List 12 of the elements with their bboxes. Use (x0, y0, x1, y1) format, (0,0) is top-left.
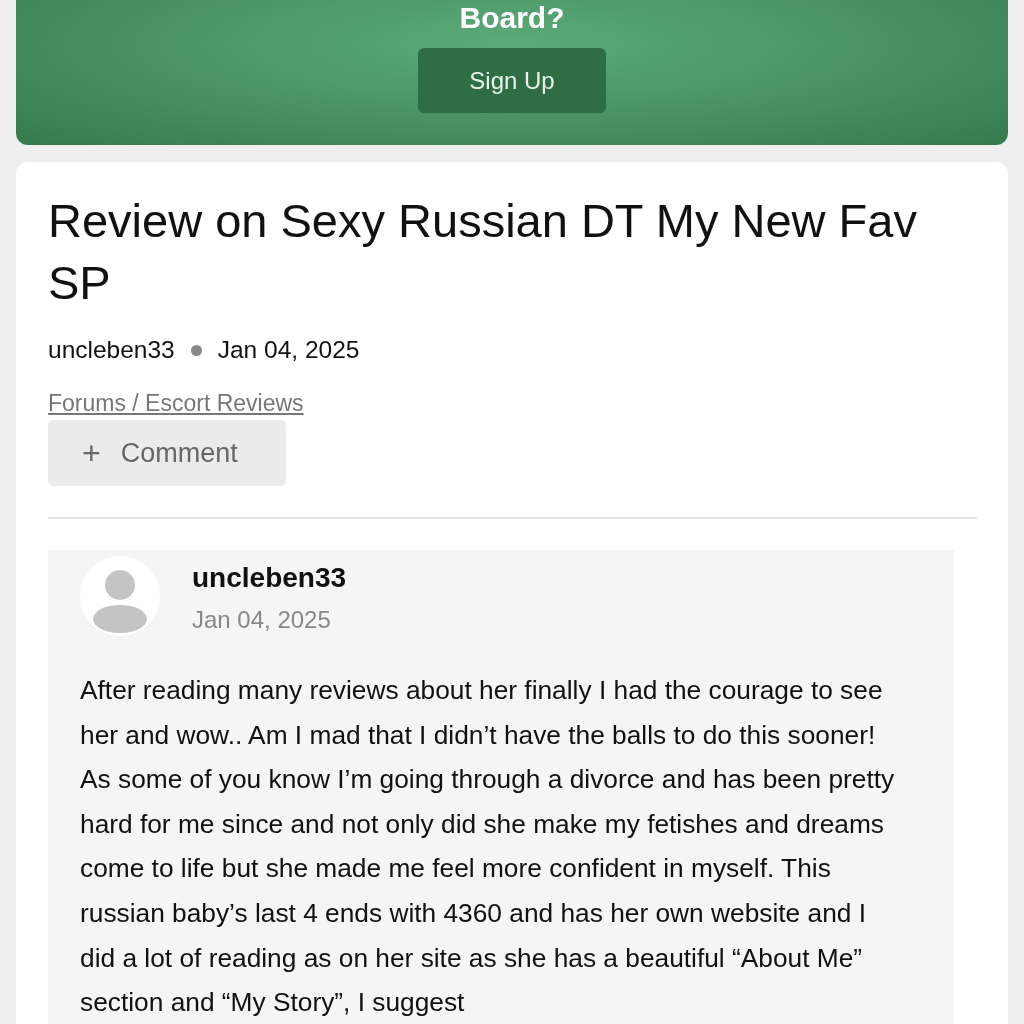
post-author: uncleben33 (48, 336, 175, 364)
post-date: Jan 04, 2025 (217, 336, 360, 364)
breadcrumb-link[interactable]: Forums / Escort Reviews (48, 390, 304, 417)
reply-text: After reading many reviews about her finally I had the courage to see her and wow.. Am I mad that I didn’t have the balls to do this sooner! As some of you know I’m going through a divorce and has been pretty hard for me since and not only did she make my fetishes and dreams come to life but she made me feel more confident in myself. This russian baby’s last 4 ends with 4360 and has her own website and I did a lot of reading as on her site as she has a beautiful “About Me” section and “My Story”, I suggest (80, 674, 896, 1020)
reply-date: Jan 04, 2025 (192, 606, 332, 634)
comment-button[interactable]: + Comment (48, 420, 286, 486)
avatar-icon (80, 556, 160, 636)
sign-up-button[interactable]: Sign Up (418, 48, 606, 113)
banner-heading: Board? (459, 0, 565, 36)
reply-author: uncleben33 (192, 562, 347, 594)
post-title: Review on Sexy Russian DT My New Fav SP (48, 193, 918, 311)
separator-dot-icon (190, 344, 202, 356)
